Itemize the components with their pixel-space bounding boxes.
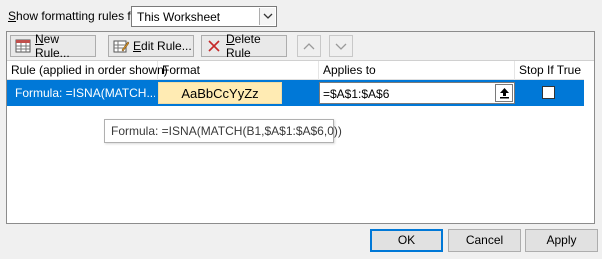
stop-if-true-checkbox[interactable] bbox=[542, 86, 555, 99]
move-down-button[interactable] bbox=[329, 35, 353, 57]
apply-button[interactable]: Apply bbox=[525, 229, 598, 252]
edit-rule-icon bbox=[113, 38, 130, 54]
header-format[interactable]: Format bbox=[158, 61, 319, 80]
header-stop-if-true[interactable]: Stop If True bbox=[515, 61, 584, 80]
rule-formula: Formula: =ISNA(MATCH... bbox=[15, 86, 155, 100]
format-preview: AaBbCcYyZz bbox=[158, 82, 282, 104]
move-up-button[interactable] bbox=[297, 35, 321, 57]
scrollbar-track[interactable] bbox=[584, 61, 594, 223]
scope-dropdown[interactable]: This Worksheet bbox=[131, 6, 277, 27]
edit-rule-button[interactable]: Edit Rule... bbox=[108, 35, 194, 57]
scope-dropdown-value: This Worksheet bbox=[137, 10, 221, 24]
rules-manager-panel: New Rule... Edit Rule... Delete Rule Rul… bbox=[6, 31, 595, 224]
header-applies-to[interactable]: Applies to bbox=[319, 61, 515, 80]
delete-x-icon bbox=[206, 38, 222, 54]
show-rules-label: Show formatting rules for: bbox=[8, 9, 145, 23]
rules-table-header: Rule (applied in order shown) Format App… bbox=[7, 61, 594, 80]
applies-to-field[interactable]: =$A$1:$A$6 bbox=[319, 82, 515, 104]
new-rule-label: New Rule... bbox=[35, 32, 70, 60]
triangle-down-icon bbox=[335, 43, 347, 50]
range-collapse-button[interactable] bbox=[495, 84, 513, 102]
header-rule[interactable]: Rule (applied in order shown) bbox=[7, 61, 168, 80]
edit-rule-label: Edit Rule... bbox=[133, 39, 192, 53]
table-row[interactable]: Formula: =ISNA(MATCH... AaBbCcYyZz =$A$1… bbox=[7, 80, 584, 106]
new-rule-button[interactable]: New Rule... bbox=[10, 32, 96, 60]
chevron-down-icon[interactable] bbox=[259, 8, 275, 25]
delete-rule-label: Delete Rule bbox=[226, 32, 261, 60]
cancel-button[interactable]: Cancel bbox=[448, 229, 521, 252]
triangle-up-icon bbox=[303, 43, 315, 50]
new-rule-grid-icon bbox=[15, 38, 31, 54]
rule-tooltip: Formula: =ISNA(MATCH(B1,$A$1:$A$6,0)) bbox=[104, 119, 342, 143]
applies-to-value: =$A$1:$A$6 bbox=[323, 87, 390, 101]
rules-toolbar: New Rule... Edit Rule... Delete Rule bbox=[7, 32, 594, 61]
delete-rule-button[interactable]: Delete Rule bbox=[201, 32, 287, 60]
collapse-arrow-icon bbox=[500, 88, 509, 99]
ok-button[interactable]: OK bbox=[370, 229, 443, 252]
